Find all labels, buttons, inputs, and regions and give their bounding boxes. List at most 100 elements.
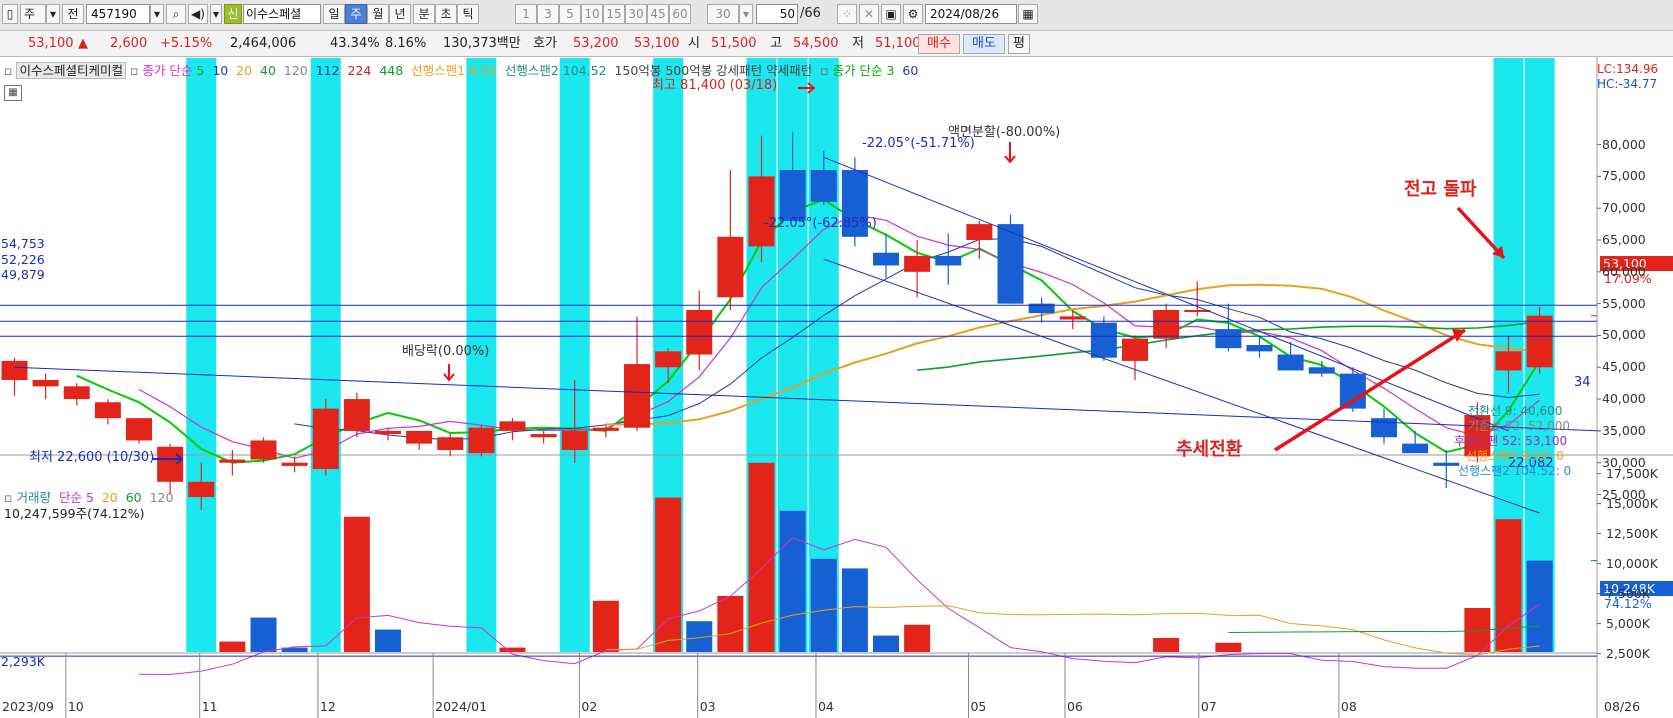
legend-stock-name[interactable]: 이수스페셜티케미컬 — [16, 62, 126, 79]
search-icon[interactable]: ⌕ — [166, 4, 186, 24]
tab-minute[interactable]: 분 — [413, 4, 435, 24]
low-annotation: 최저 22,600 (10/30) — [29, 450, 155, 465]
volume-bar — [873, 635, 899, 652]
count-input[interactable]: 50 — [756, 4, 798, 24]
candle-body — [126, 418, 152, 441]
candle-body — [343, 399, 370, 431]
highlight-column — [310, 58, 341, 652]
period-unit-dropdown-icon[interactable]: ▾ — [46, 4, 60, 24]
interval-60[interactable]: 60 — [669, 4, 691, 24]
speaker-icon[interactable]: ◀) — [188, 4, 208, 24]
volume-ma-20-line — [605, 605, 1540, 656]
legend-marker-icon: ▫ — [4, 490, 13, 505]
split-marker-arrow — [1004, 142, 1016, 164]
sell-button[interactable]: 매도 — [963, 34, 1005, 54]
tab-year-label: 년 — [394, 7, 406, 21]
volume-bar — [250, 617, 277, 652]
candle-body — [94, 402, 121, 419]
interval-select[interactable]: 30 — [707, 4, 739, 24]
candle-body — [1402, 443, 1429, 454]
period-unit-select[interactable]: 주 — [20, 4, 46, 24]
volume-legend-title: 거래량 — [16, 490, 51, 505]
hc-value: HC:-34.77 — [1597, 77, 1658, 91]
candle-body — [32, 379, 59, 387]
interval-5[interactable]: 5 — [559, 4, 581, 24]
gear-icon[interactable]: ⚙ — [903, 4, 923, 24]
dividend-marker-arrow — [443, 364, 455, 382]
buy-button[interactable]: 매수 — [918, 34, 960, 54]
panel-toggle-icon[interactable]: ▯ — [2, 4, 18, 24]
tab-day[interactable]: 일 — [323, 4, 345, 24]
tab-year[interactable]: 년 — [389, 4, 411, 24]
link-icon[interactable]: ⁘ — [837, 4, 857, 24]
volume-legend-ma: 단순 — [58, 490, 82, 505]
stock-name-field[interactable]: 이수스페셜 — [243, 4, 321, 24]
interval-15[interactable]: 15 — [603, 4, 625, 24]
ichimoku-lagging: 후행스팬 52: 53,100 — [1454, 434, 1568, 448]
volume-bar — [655, 497, 682, 652]
interval-15-label: 15 — [606, 7, 622, 21]
stock-code-input[interactable]: 457190 — [86, 4, 150, 24]
candle-body — [530, 434, 557, 438]
interval-45[interactable]: 45 — [647, 4, 669, 24]
breakout-annotation: 전고 돌파 — [1404, 179, 1477, 200]
time-axis-label: 06 — [1066, 699, 1083, 714]
crosshair-icon[interactable]: ✕ — [859, 4, 879, 24]
time-axis-label: 02 — [581, 699, 598, 714]
volume-axis-label: 15,000K — [1606, 495, 1658, 511]
candle-body — [468, 427, 495, 454]
tab-month[interactable]: 월 — [367, 4, 389, 24]
interval-dropdown-icon[interactable]: ▾ — [739, 4, 753, 24]
time-axis-label: 2023/09 — [2, 699, 54, 714]
eval-button[interactable]: 평 — [1008, 34, 1030, 54]
tab-week[interactable]: 주 — [345, 4, 367, 24]
volume-bar — [841, 568, 868, 652]
time-axis-label: 07 — [1200, 699, 1217, 714]
interval-30[interactable]: 30 — [625, 4, 647, 24]
chart-canvas[interactable] — [0, 57, 1673, 718]
candle-body — [1371, 418, 1397, 438]
interval-1[interactable]: 1 — [515, 4, 537, 24]
volume-bar — [717, 596, 744, 652]
tab-tick[interactable]: 틱 — [457, 4, 479, 24]
reversal-annotation: 추세전환 — [1176, 439, 1243, 460]
volume-bar — [375, 629, 401, 652]
tab-second[interactable]: 초 — [435, 4, 457, 24]
tab-month-label: 월 — [372, 7, 384, 21]
speaker-dropdown-icon[interactable]: ▾ — [210, 4, 222, 24]
interval-3[interactable]: 3 — [537, 4, 559, 24]
level-3-label: 49,879 — [1, 267, 45, 282]
volume-axis-label: 10,000K — [1606, 555, 1658, 571]
bid-label: 호가 — [533, 36, 557, 51]
legend-ma-40: 40 — [260, 63, 276, 78]
level-1-label: 54,753 — [1, 236, 45, 251]
legend-marker-icon: ▫ — [4, 63, 13, 78]
candle-body — [188, 481, 215, 498]
save-icon[interactable]: ▣ — [881, 4, 901, 24]
calendar-icon[interactable]: ▦ — [1018, 4, 1038, 24]
period-unit-value: 주 — [24, 7, 36, 21]
price-axis-label: 80,000 — [1602, 136, 1646, 152]
interval-10[interactable]: 10 — [581, 4, 603, 24]
prev-button[interactable]: 전 — [62, 4, 84, 24]
volume-axis-label: 2,500K — [1606, 645, 1650, 661]
legend-ma-20: 20 — [236, 63, 253, 78]
date-input[interactable]: 2024/08/26 — [925, 4, 1017, 24]
stock-code-dropdown-icon[interactable]: ▾ — [150, 4, 164, 24]
price-axis-label: 60,000 — [1602, 263, 1646, 279]
candle-body — [561, 430, 588, 450]
candle-body — [219, 459, 246, 463]
price-legend: ▫ 이수스페셜티케미컬 ▫ 종가 단순 5 10 20 40 120 112 2… — [4, 62, 918, 79]
volume-bar — [1215, 642, 1242, 652]
legend-marker-icon: ▫ — [820, 63, 829, 78]
grid-table-icon[interactable]: ▦ — [4, 85, 22, 101]
prev-label: 전 — [67, 7, 79, 21]
buy-label: 매수 — [927, 36, 951, 51]
legend-ma2-label: 종가 단순 3 — [832, 63, 895, 78]
stock-code-value: 457190 — [91, 7, 137, 21]
count-total: /66 — [800, 6, 821, 21]
price-axis-label: 65,000 — [1602, 232, 1646, 247]
time-axis-label: 10 — [67, 699, 84, 714]
volume-bar — [592, 600, 619, 652]
interval-1-label: 1 — [522, 7, 530, 21]
